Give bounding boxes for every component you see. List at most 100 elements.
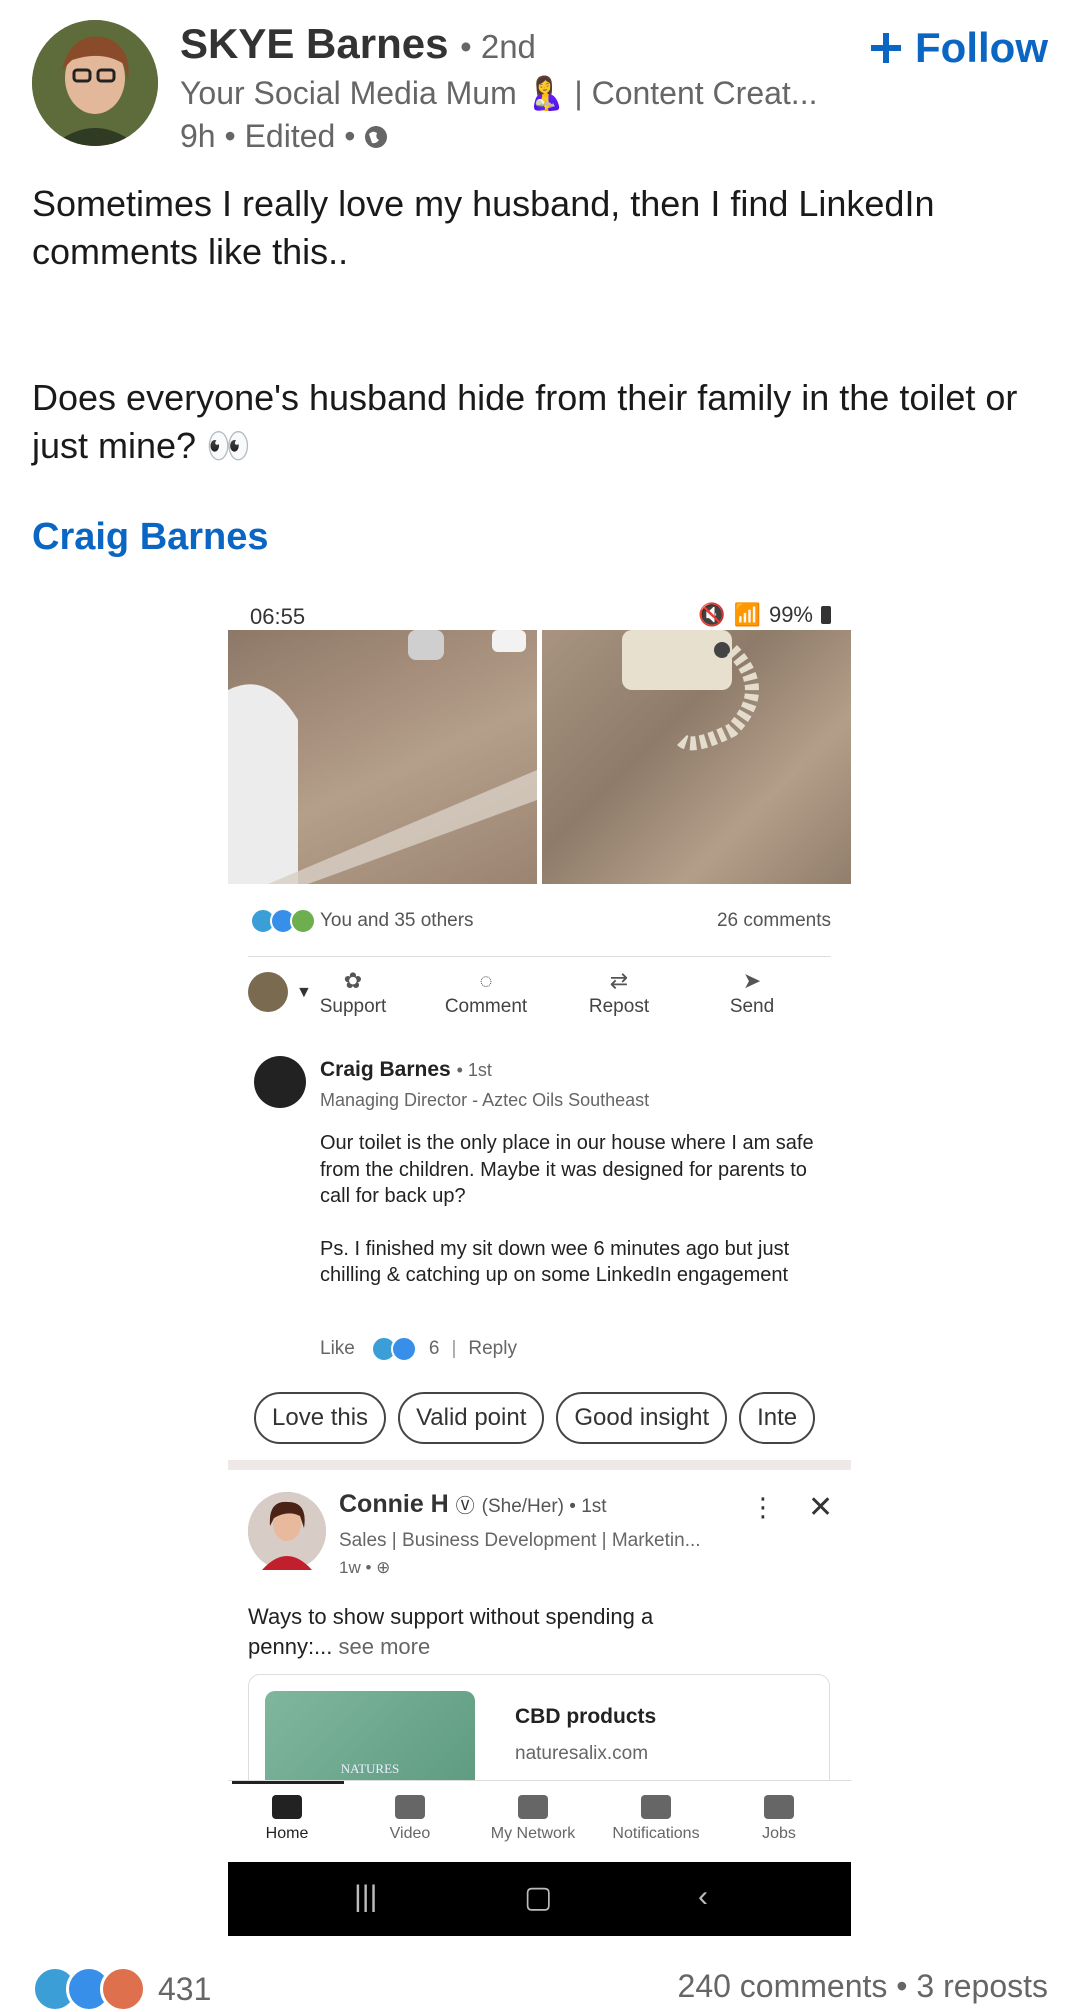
repost-button[interactable]: ⇄ Repost bbox=[564, 968, 674, 1018]
comment-reply-button[interactable]: Reply bbox=[468, 1338, 517, 1360]
send-button[interactable]: ➤ Send bbox=[697, 968, 807, 1018]
comments-count[interactable]: 26 comments bbox=[717, 910, 831, 932]
close-icon[interactable]: ✕ bbox=[808, 1490, 833, 1525]
card-title[interactable]: CBD products bbox=[515, 1705, 656, 1729]
comment-like-count: 6 bbox=[428, 1338, 440, 1359]
follow-button[interactable]: Follow bbox=[869, 24, 1048, 72]
author-name-text[interactable]: SKYE Barnes bbox=[180, 20, 448, 67]
suggested-body-text: Ways to show support without spending a … bbox=[248, 1604, 654, 1659]
post-reactions[interactable]: 431 bbox=[32, 1966, 211, 2012]
comment-degree: • 1st bbox=[456, 1060, 492, 1080]
separator: | bbox=[451, 1338, 457, 1359]
suggested-author-text[interactable]: Connie H bbox=[339, 1490, 449, 1518]
post-image[interactable]: 06:55 🔇 📶 99% You and 35 others 26 comme… bbox=[228, 596, 851, 1936]
status-icons: 🔇 📶 99% bbox=[698, 602, 831, 628]
comment-paragraph-2: Ps. I finished my sit down wee 6 minutes… bbox=[320, 1237, 790, 1287]
nav-network-label: My Network bbox=[490, 1825, 576, 1842]
nav-notifications-label: Notifications bbox=[612, 1825, 700, 1842]
status-time: 06:55 bbox=[250, 604, 306, 629]
repost-label: Repost bbox=[588, 996, 650, 1017]
nav-home[interactable]: Home bbox=[232, 1795, 342, 1843]
follow-label: Follow bbox=[915, 24, 1048, 71]
bell-icon bbox=[641, 1795, 671, 1819]
quick-replies: Love this Valid point Good insight Inte bbox=[254, 1392, 816, 1444]
suggested-body: Ways to show support without spending a … bbox=[248, 1602, 708, 1662]
chip-good-insight[interactable]: Good insight bbox=[556, 1392, 728, 1444]
system-nav-bar: ||| ▢ ‹ bbox=[228, 1862, 851, 1936]
mention-link[interactable]: Craig Barnes bbox=[32, 516, 269, 559]
comment-like-button[interactable]: Like bbox=[320, 1338, 355, 1360]
phone-cord-photo bbox=[542, 630, 851, 884]
mute-icon: 🔇 bbox=[698, 602, 726, 627]
home-icon bbox=[272, 1795, 302, 1819]
battery-text: 99% bbox=[768, 602, 813, 627]
video-icon bbox=[395, 1795, 425, 1819]
globe-icon bbox=[365, 125, 388, 148]
nav-video[interactable]: Video bbox=[355, 1795, 465, 1843]
toilet-photo bbox=[228, 630, 537, 884]
more-options-icon[interactable]: ⋮ bbox=[750, 1492, 776, 1523]
home-circle-icon[interactable]: ▢ bbox=[524, 1880, 552, 1915]
nav-jobs[interactable]: Jobs bbox=[724, 1795, 834, 1843]
reactions-text[interactable]: You and 35 others bbox=[320, 910, 474, 932]
suggested-headline: Sales | Business Development | Marketin.… bbox=[339, 1530, 701, 1551]
briefcase-icon bbox=[764, 1795, 794, 1819]
card-url: naturesalix.com bbox=[515, 1743, 649, 1764]
send-icon: ➤ bbox=[742, 968, 762, 993]
comment-avatar[interactable] bbox=[254, 1056, 306, 1108]
comment-paragraph-1: Our toilet is the only place in our hous… bbox=[320, 1132, 814, 1207]
send-label: Send bbox=[729, 996, 775, 1017]
back-icon[interactable]: ‹ bbox=[698, 1880, 708, 1914]
nav-video-label: Video bbox=[389, 1825, 431, 1842]
comment-author[interactable]: Craig Barnes • 1st bbox=[320, 1058, 492, 1082]
support-icon: ✿ bbox=[343, 968, 363, 993]
suggested-pronouns: (She/Her) • 1st bbox=[481, 1496, 607, 1517]
chip-love-this[interactable]: Love this bbox=[254, 1392, 387, 1444]
recents-icon[interactable]: ||| bbox=[354, 1880, 377, 1914]
comment-label: Comment bbox=[444, 996, 528, 1017]
post-meta: 9h • Edited • bbox=[180, 118, 389, 155]
comment-body: Our toilet is the only place in our hous… bbox=[320, 1130, 820, 1289]
support-icon bbox=[290, 908, 316, 934]
reaction-icons[interactable] bbox=[250, 908, 316, 934]
suggested-meta-text: 1w • bbox=[339, 1558, 372, 1577]
post-text-2: Does everyone's husband hide from their … bbox=[32, 377, 1018, 466]
comment-actions: Like 6 | Reply bbox=[320, 1336, 517, 1362]
nav-my-network[interactable]: My Network bbox=[478, 1795, 588, 1843]
reaction-count: 431 bbox=[158, 1970, 212, 2007]
nav-notifications[interactable]: Notifications bbox=[601, 1795, 711, 1843]
author-name[interactable]: SKYE Barnes • 2nd bbox=[180, 20, 536, 68]
author-headline: Your Social Media Mum 🤱 | Content Creat.… bbox=[180, 75, 818, 111]
suggested-author[interactable]: Connie H Ⓥ (She/Her) • 1st bbox=[339, 1490, 607, 1519]
chip-valid-point[interactable]: Valid point bbox=[398, 1392, 545, 1444]
support-button[interactable]: ✿ Support bbox=[298, 968, 408, 1018]
globe-icon: ⊕ bbox=[376, 1558, 391, 1577]
bottom-nav: Home Video My Network Notifications Jobs bbox=[228, 1780, 851, 1863]
wifi-icon: 📶 bbox=[733, 602, 761, 627]
my-avatar[interactable] bbox=[248, 972, 288, 1012]
nav-home-label: Home bbox=[265, 1825, 309, 1842]
section-separator bbox=[228, 1460, 851, 1470]
comment-reaction-icons[interactable] bbox=[370, 1336, 417, 1362]
suggested-avatar[interactable] bbox=[248, 1492, 326, 1570]
see-more-link[interactable]: see more bbox=[339, 1634, 431, 1659]
author-avatar[interactable] bbox=[32, 20, 158, 146]
nav-jobs-label: Jobs bbox=[762, 1825, 796, 1842]
battery-icon bbox=[821, 606, 831, 624]
comment-button[interactable]: ◌ Comment bbox=[431, 968, 541, 1018]
like-icon bbox=[390, 1336, 417, 1362]
network-icon bbox=[518, 1795, 548, 1819]
post-meta-text: 9h • Edited • bbox=[180, 118, 356, 154]
post-stats[interactable]: 240 comments • 3 reposts bbox=[678, 1968, 1048, 2005]
verified-icon: Ⓥ bbox=[455, 1496, 475, 1517]
footer-reaction-icons bbox=[32, 1966, 146, 2012]
comment-headline: Managing Director - Aztec Oils Southeast bbox=[320, 1090, 650, 1110]
chip-interesting[interactable]: Inte bbox=[739, 1392, 816, 1444]
connection-degree: • 2nd bbox=[460, 28, 536, 65]
plus-icon bbox=[871, 33, 902, 63]
post-text-1: Sometimes I really love my husband, then… bbox=[32, 183, 935, 272]
comment-author-text[interactable]: Craig Barnes bbox=[320, 1058, 451, 1081]
suggested-meta: 1w • ⊕ bbox=[339, 1558, 390, 1578]
love-icon bbox=[100, 1966, 146, 2012]
divider bbox=[248, 956, 831, 957]
